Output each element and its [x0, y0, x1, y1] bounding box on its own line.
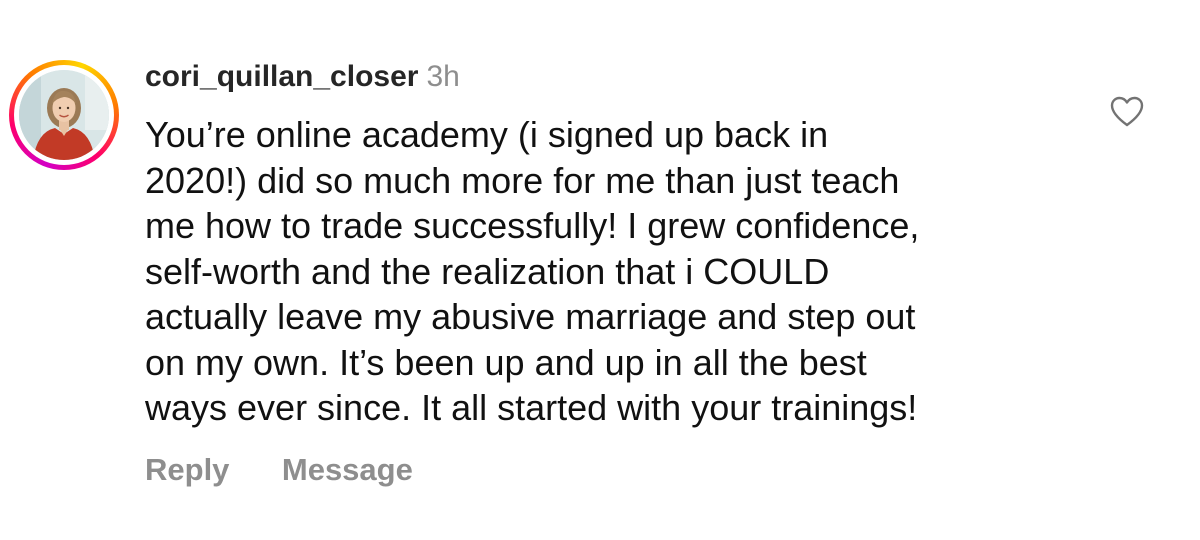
- comment-text-line: You’re online academy (i signed up back …: [145, 114, 829, 155]
- comment: cori_quillan_closer 3h You’re online acad…: [0, 0, 1200, 540]
- comment-actions: Reply Message: [145, 452, 461, 492]
- reply-button[interactable]: Reply: [145, 452, 229, 488]
- avatar[interactable]: [19, 70, 109, 160]
- avatar-story-ring[interactable]: [9, 60, 119, 170]
- timestamp: 3h: [426, 60, 460, 93]
- comment-text: You’re online academy (i signed up back …: [145, 112, 1045, 431]
- comment-text-line: ways ever since. It all started with you…: [145, 387, 918, 428]
- username[interactable]: cori_quillan_closer: [145, 60, 418, 93]
- profile-photo: [19, 70, 109, 160]
- comment-text-line: me how to trade successfully! I grew con…: [145, 205, 920, 246]
- comment-text-line: self-worth and the realization that i CO…: [145, 250, 830, 292]
- heart-icon[interactable]: [1110, 96, 1144, 128]
- comment-header: cori_quillan_closer 3h: [145, 60, 460, 100]
- message-button[interactable]: Message: [282, 452, 413, 488]
- comment-text-line: on my own. It’s been up and up in all th…: [145, 341, 867, 383]
- comment-text-line: actually leave my abusive marriage and s…: [145, 296, 916, 337]
- comment-text-line: 2020!) did so much more for me than just…: [145, 159, 900, 201]
